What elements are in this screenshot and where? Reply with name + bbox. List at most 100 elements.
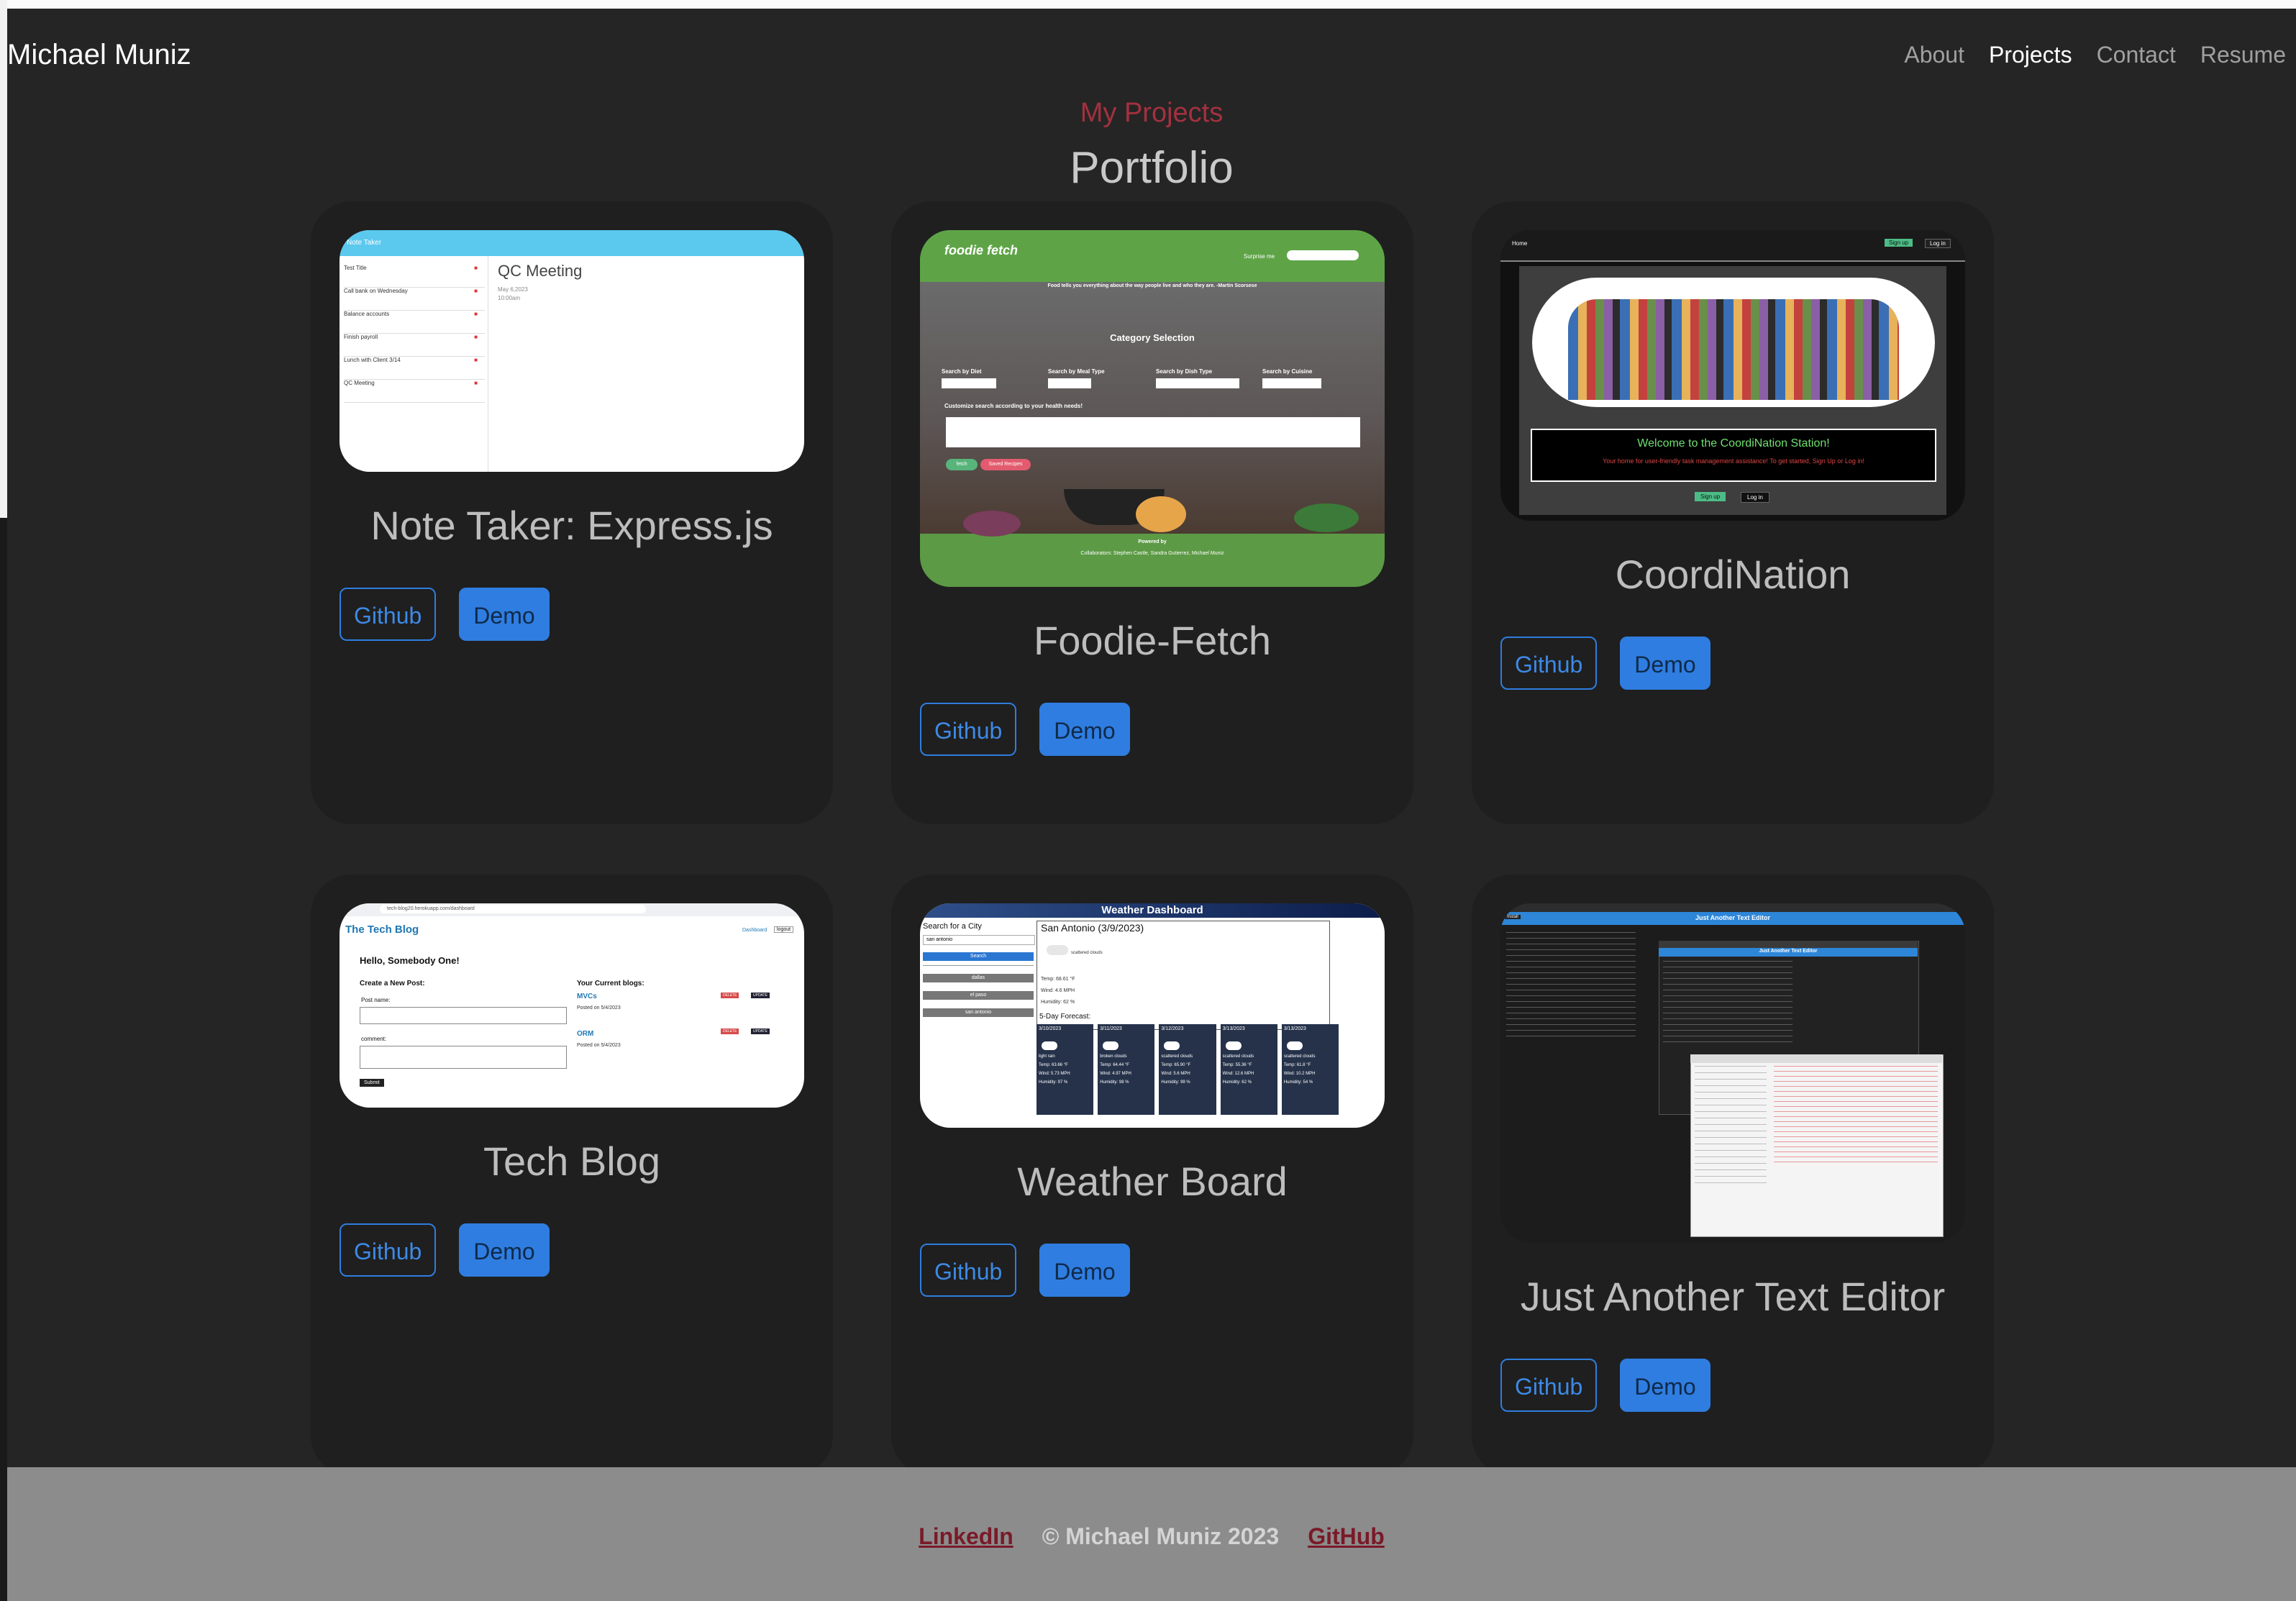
thumb-search-button: Search [923, 952, 1034, 961]
thumb-filter: Search by Diet [942, 368, 982, 375]
cloud-icon [1286, 1041, 1303, 1050]
thumb-home-link: Home [1512, 240, 1528, 247]
thumb-forecast-card: 3/11/2023 broken clouds Temp: 64.44 °F Wind… [1098, 1024, 1155, 1115]
thumb-customize: Customize search according to your healt… [944, 403, 1083, 409]
footer: LinkedIn © Michael Muniz 2023 GitHub [7, 1467, 2296, 1601]
project-links: Github Demo [920, 1244, 1385, 1297]
nav-resume[interactable]: Resume [2200, 42, 2286, 68]
project-thumbnail[interactable]: Weather Dashboard Search for a City san … [920, 903, 1385, 1128]
thumb-logout: logout [774, 926, 794, 933]
project-title: Tech Blog [483, 1139, 660, 1184]
thumb-credits: Powered by [1138, 539, 1167, 544]
thumb-search-label: Search for a City [923, 922, 982, 931]
thumb-blog-date: Posted on 5/4/2023 [577, 1005, 621, 1011]
thumb-create: Create a New Post: [360, 980, 425, 987]
thumb-editor-title: Just Another Text Editor [1695, 914, 1770, 921]
thumb-forecast-card: 3/10/2023 light rain Temp: 63.66 °F Wind: 5… [1037, 1024, 1094, 1115]
thumb-filter: Search by Cuisine [1262, 368, 1313, 375]
demo-button[interactable]: Demo [459, 588, 550, 641]
thumb-collab: Collaborators: Stephen Castle, Sandra Gu… [1080, 551, 1224, 556]
cloud-icon [1042, 1041, 1057, 1050]
thumb-section: Category Selection [1110, 332, 1195, 343]
thumb-delete: DELETE [721, 993, 739, 998]
thumb-note-heading: QC Meeting [498, 262, 583, 280]
footer-linkedin-link[interactable]: LinkedIn [919, 1523, 1013, 1550]
project-links: Github Demo [340, 1223, 804, 1277]
demo-button[interactable]: Demo [1620, 1359, 1710, 1412]
thumb-temp: Temp: 68.61 °F [1041, 977, 1075, 982]
thumb-fetch-button: fetch [946, 459, 978, 470]
thumb-current: Your Current blogs: [577, 980, 644, 987]
thumb-forecast-row: 3/10/2023 light rain Temp: 63.66 °F Wind: 5… [1037, 1024, 1339, 1118]
thumb-filter: Search by Dish Type [1156, 368, 1213, 375]
nav-projects[interactable]: Projects [1989, 42, 2072, 68]
thumb-signup: Sign up [1695, 492, 1726, 501]
project-thumbnail[interactable]: tech-blog20.herokuapp.com/dashboard The … [340, 903, 804, 1108]
thumb-signup: Sign up [1885, 239, 1913, 247]
thumb-note-item: QC Meeting [344, 380, 375, 386]
project-title: Just Another Text Editor [1520, 1274, 1946, 1319]
cloud-icon [1103, 1041, 1119, 1050]
project-title: Note Taker: Express.js [370, 503, 773, 548]
thumb-update: UPDATE [751, 1028, 770, 1034]
github-button[interactable]: Github [920, 1244, 1017, 1297]
thumb-weather-header: Weather Dashboard [920, 903, 1385, 918]
thumb-humidity: Humidity: 62 % [1041, 1000, 1075, 1005]
thumb-forecast-label: 5-Day Forecast: [1039, 1013, 1091, 1021]
thumb-submit: Submit [360, 1079, 384, 1087]
project-title: Weather Board [1017, 1159, 1288, 1204]
thumb-install: Install [1505, 915, 1521, 919]
brand-link[interactable]: Michael Muniz [7, 39, 191, 71]
project-card-foodie-fetch: foodie fetch Surprise me Food tells you … [891, 201, 1413, 824]
project-card-note-taker: Note Taker QC Meeting May 6,2023 10:00am… [311, 201, 833, 824]
thumb-note-date: May 6,2023 [498, 286, 528, 293]
footer-copyright: © Michael Muniz 2023 [1042, 1523, 1280, 1549]
thumb-wind: Wind: 4.6 MPH [1041, 988, 1075, 993]
project-thumbnail[interactable]: Home Sign up Log in Welcome to the Coord… [1500, 230, 1965, 521]
footer-github-link[interactable]: GitHub [1308, 1523, 1385, 1550]
thumb-history-item: dallas [923, 974, 1034, 982]
footer-row: LinkedIn © Michael Muniz 2023 GitHub [7, 1523, 2296, 1550]
github-button[interactable]: Github [1500, 637, 1598, 690]
thumb-blog-name: MVCs [577, 993, 597, 1000]
github-button[interactable]: Github [340, 1223, 437, 1277]
project-card-coordination: Home Sign up Log in Welcome to the Coord… [1472, 201, 1994, 824]
nav-about[interactable]: About [1904, 42, 1964, 68]
github-button[interactable]: Github [340, 588, 437, 641]
thumb-note-item: Lunch with Client 3/14 [344, 357, 401, 363]
thumb-welcome-sub: Your home for user-friendly task managem… [1603, 457, 1864, 465]
thumb-login: Log in [1925, 239, 1951, 248]
project-card-weather-board: Weather Dashboard Search for a City san … [891, 875, 1413, 1476]
demo-button[interactable]: Demo [1039, 703, 1130, 756]
thumb-city: San Antonio (3/9/2023) [1041, 922, 1144, 934]
github-button[interactable]: Github [920, 703, 1017, 756]
thumb-url-bar: tech-blog20.herokuapp.com/dashboard [380, 905, 646, 913]
project-thumbnail[interactable]: foodie fetch Surprise me Food tells you … [920, 230, 1385, 587]
github-button[interactable]: Github [1500, 1359, 1598, 1412]
navbar: Michael Muniz About Projects Contact Res… [7, 9, 2296, 89]
thumb-login: Log in [1741, 492, 1769, 503]
demo-button[interactable]: Demo [459, 1223, 550, 1277]
thumb-forecast-card: 3/12/2023 scattered clouds Temp: 65.90 °F W… [1159, 1024, 1216, 1115]
page: Michael Muniz About Projects Contact Res… [7, 9, 2296, 1601]
demo-button[interactable]: Demo [1039, 1244, 1130, 1297]
thumb-blog-date: Posted on 5/4/2023 [577, 1043, 621, 1048]
cloud-icon [1225, 1041, 1242, 1050]
project-thumbnail[interactable]: Just Another Text Editor Install Just An… [1500, 903, 1965, 1243]
thumb-forecast-card: 3/13/2023 scattered clouds Temp: 55.36 °F W… [1220, 1024, 1277, 1115]
thumb-hello: Hello, Somebody One! [360, 955, 460, 966]
nav-links: About Projects Contact Resume [1904, 42, 2286, 68]
thumb-delete: DELETE [721, 1028, 739, 1034]
thumb-post-name: Post name: [361, 997, 391, 1003]
cloud-icon [1164, 1041, 1180, 1050]
nav-contact[interactable]: Contact [2097, 42, 2176, 68]
demo-button[interactable]: Demo [1620, 637, 1710, 690]
window-left-edge [0, 0, 7, 1601]
thumb-note-item: Finish payroll [344, 334, 378, 340]
thumb-tagline: Food tells you everything about the way … [1047, 283, 1257, 288]
project-thumbnail[interactable]: Note Taker QC Meeting May 6,2023 10:00am… [340, 230, 804, 472]
thumb-forecast-card: 3/13/2023 scattered clouds Temp: 61.8 °F Wi… [1281, 1024, 1339, 1115]
window-top-edge [0, 0, 2296, 9]
section-subtitle: My Projects [1080, 98, 1224, 128]
thumb-surprise: Surprise me [1244, 253, 1275, 260]
